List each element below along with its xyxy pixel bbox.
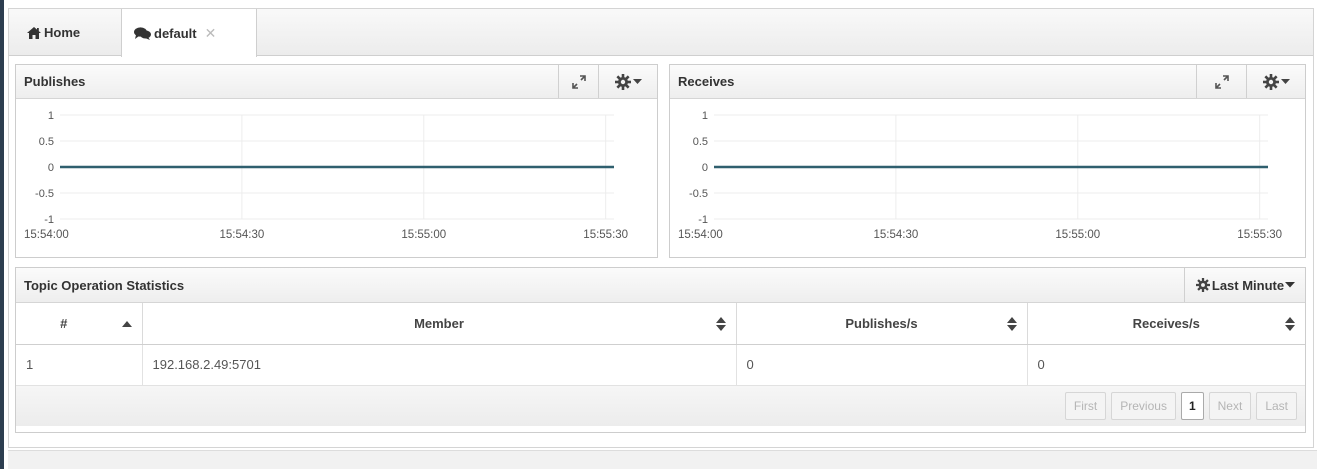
pager-next-button[interactable]: Next	[1208, 391, 1252, 420]
receives-chart-svg: 1 0.5 0 -0.5 -1 15:54:00 15:54:30 15:55:00 15:55…	[678, 110, 1282, 241]
caret-down-icon	[1281, 78, 1290, 84]
time-range-dropdown[interactable]: Last Minute	[1184, 268, 1306, 302]
time-range-label: Last Minute	[1211, 277, 1285, 293]
cell-receives: 0	[1027, 344, 1305, 386]
comments-icon	[134, 26, 151, 40]
y-tick-label: 1	[702, 110, 708, 122]
publishes-settings-button[interactable]	[598, 65, 658, 98]
y-tick-label: 0.5	[39, 136, 54, 148]
pagination: First Previous 1 Next Last	[16, 385, 1305, 426]
y-tick-label: 0	[702, 162, 708, 174]
x-tick-label: 15:54:30	[874, 229, 919, 241]
receives-panel: Receives 1 0.5 0 -0.5 -1 15:54:00 15:54:…	[669, 64, 1306, 258]
expand-icon	[571, 74, 586, 89]
y-tick-label: -1	[44, 214, 54, 226]
x-tick-label: 15:54:00	[678, 229, 723, 241]
column-header-index[interactable]: #	[16, 303, 143, 345]
main-shell: Home default ✕ Publishes 1 0.5 0 -0.5 -1…	[8, 8, 1314, 448]
receives-expand-button[interactable]	[1196, 65, 1246, 98]
x-tick-label: 15:55:00	[401, 229, 446, 241]
column-header-receives[interactable]: Receives/s	[1027, 303, 1305, 345]
receives-settings-button[interactable]	[1246, 65, 1306, 98]
caret-down-icon	[633, 78, 642, 84]
x-tick-label: 15:55:00	[1055, 229, 1100, 241]
publishes-panel-header: Publishes	[16, 65, 657, 99]
tab-bar: Home default ✕	[9, 9, 1313, 57]
tab-default-label: default	[154, 25, 197, 41]
pager-previous-button[interactable]: Previous	[1111, 391, 1176, 420]
pager-first-button[interactable]: First	[1064, 391, 1107, 420]
stats-table: # Member Publishes/s Receives/s 1 192.16…	[16, 303, 1305, 386]
y-tick-label: -0.5	[35, 188, 54, 200]
table-row[interactable]: 1 192.168.2.49:5701 0 0	[16, 344, 1305, 386]
sort-icon	[715, 317, 726, 331]
x-tick-label: 15:55:30	[583, 229, 628, 241]
column-header-publishes[interactable]: Publishes/s	[736, 303, 1028, 345]
publishes-chart: 1 0.5 0 -0.5 -1 15:54:00 15:54:30 15:55:00 15:55…	[16, 99, 657, 260]
tab-home-label: Home	[44, 25, 81, 40]
stats-panel-header: Topic Operation Statistics Last Minute	[16, 268, 1305, 303]
publishes-expand-button[interactable]	[558, 65, 598, 98]
y-tick-label: -1	[698, 214, 708, 226]
tab-default[interactable]: default ✕	[121, 9, 257, 57]
publishes-chart-svg: 1 0.5 0 -0.5 -1 15:54:00 15:54:30 15:55:00 15:55…	[24, 110, 628, 241]
home-icon	[27, 26, 41, 39]
column-header-member[interactable]: Member	[142, 303, 737, 345]
gear-icon	[1195, 278, 1210, 292]
pager-page-1-button[interactable]: 1	[1180, 391, 1204, 420]
gear-icon	[1263, 73, 1279, 90]
tab-home[interactable]: Home	[15, 9, 115, 56]
y-tick-label: 0	[48, 162, 54, 174]
cell-member: 192.168.2.49:5701	[142, 344, 737, 386]
y-tick-label: 0.5	[693, 136, 708, 148]
x-tick-label: 15:54:30	[220, 229, 265, 241]
receives-panel-title: Receives	[678, 74, 735, 89]
pager-last-button[interactable]: Last	[1256, 391, 1297, 420]
x-tick-label: 15:54:00	[24, 229, 69, 241]
sort-icon	[1006, 317, 1017, 331]
sort-icon	[1285, 317, 1295, 331]
publishes-panel: Publishes 1 0.5 0 -0.5 -1 15:54:00 15:54…	[15, 64, 658, 258]
cell-index: 1	[16, 344, 143, 386]
y-tick-label: 1	[48, 110, 54, 122]
stats-panel: Topic Operation Statistics Last Minute #…	[15, 267, 1306, 433]
cell-publishes: 0	[736, 344, 1028, 386]
sort-asc-icon	[121, 321, 132, 327]
caret-down-icon	[1285, 282, 1296, 288]
stats-panel-title: Topic Operation Statistics	[24, 277, 185, 293]
tab-close-icon[interactable]: ✕	[205, 25, 217, 42]
x-tick-label: 15:55:30	[1237, 229, 1282, 241]
receives-panel-header: Receives	[670, 65, 1305, 99]
app-left-edge	[0, 0, 4, 469]
expand-icon	[1214, 74, 1229, 89]
table-header-row: # Member Publishes/s Receives/s	[16, 303, 1305, 345]
gear-icon	[615, 73, 631, 90]
y-tick-label: -0.5	[689, 188, 708, 200]
bottom-strip	[8, 450, 1317, 469]
publishes-panel-title: Publishes	[24, 74, 86, 89]
receives-chart: 1 0.5 0 -0.5 -1 15:54:00 15:54:30 15:55:00 15:55…	[670, 99, 1305, 260]
